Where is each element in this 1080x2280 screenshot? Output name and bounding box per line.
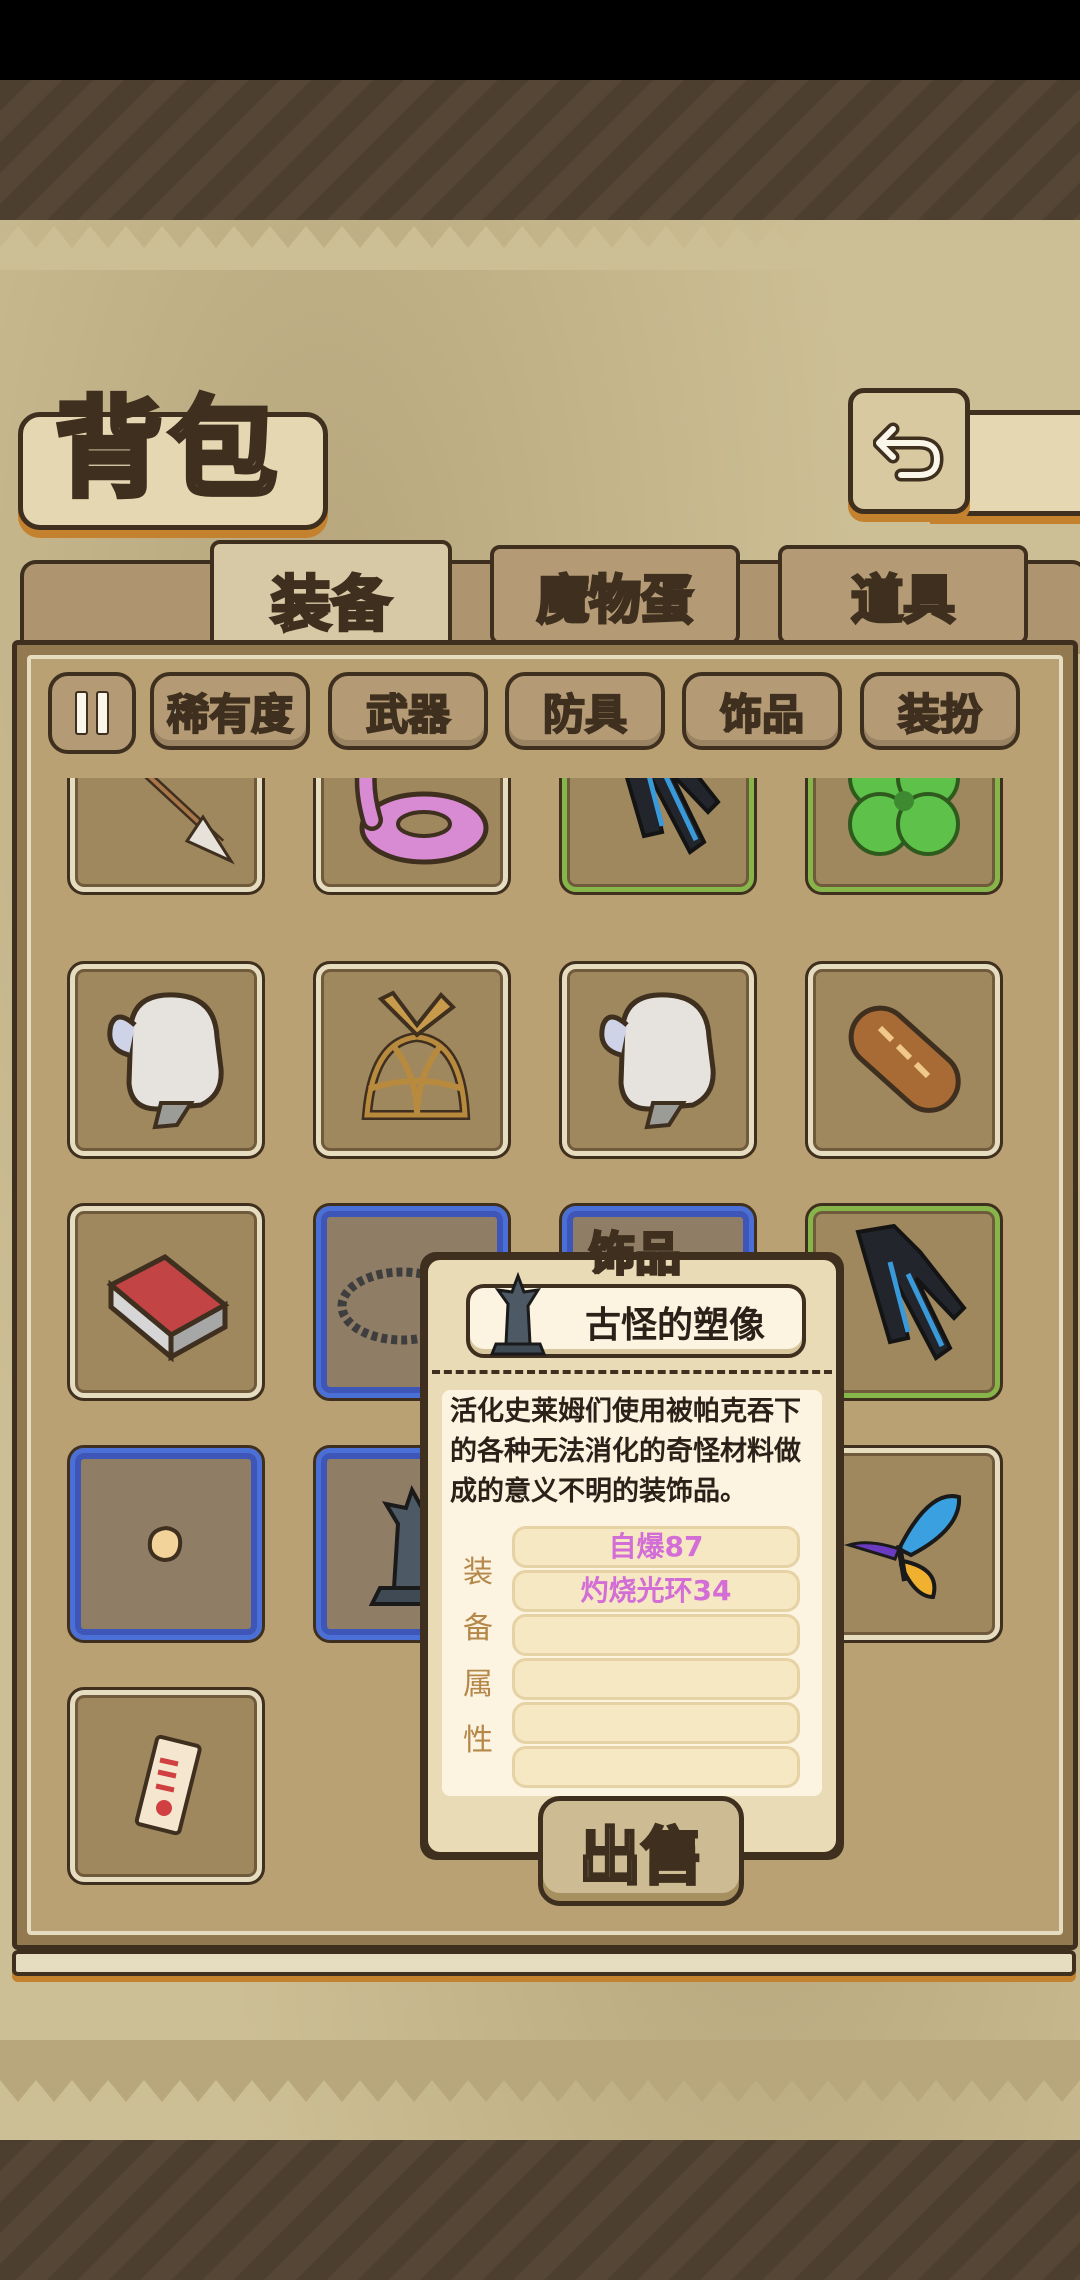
torn-edge-bottom <box>0 2040 1080 2102</box>
panel-bottom-bar <box>12 1950 1076 1976</box>
inventory-slot[interactable] <box>67 778 265 895</box>
black-glove-icon <box>855 1223 967 1361</box>
sell-button[interactable]: 出售 <box>538 1796 744 1906</box>
attribute-row <box>512 1746 800 1788</box>
item-description: 活化史莱姆们使用被帕克吞下的各种无法消化的奇怪材料做成的意义不明的装饰品。 <box>450 1396 801 1507</box>
map-background-top <box>0 80 1080 220</box>
butterfly-icon <box>843 1494 962 1600</box>
sort-toggle-button[interactable] <box>48 672 136 754</box>
filter-costume-button[interactable]: 装扮 <box>860 672 1020 750</box>
inventory-slot[interactable] <box>559 961 757 1159</box>
return-arrow-icon <box>873 422 944 482</box>
page-title: 背包 <box>52 386 284 512</box>
pink-swim-ring-icon <box>354 778 489 865</box>
inventory-slot[interactable] <box>67 1445 265 1643</box>
inventory-slot[interactable] <box>313 778 511 895</box>
inventory-slot[interactable] <box>805 778 1003 895</box>
status-bar <box>0 0 1080 80</box>
filter-accessory-button[interactable]: 饰品 <box>682 672 842 750</box>
white-mitten-icon <box>599 992 716 1130</box>
torn-edge-top <box>0 226 1080 270</box>
attribute-row <box>512 1614 800 1656</box>
arrow-icon <box>144 778 235 865</box>
red-brick-icon <box>106 1254 230 1363</box>
small-pebble-icon <box>147 1525 183 1563</box>
tab-monster-eggs[interactable]: 魔物蛋 <box>490 545 740 645</box>
attribute-row: 灼烧光环34 <box>512 1570 800 1612</box>
inventory-slot[interactable] <box>313 961 511 1159</box>
tab-items[interactable]: 道具 <box>778 545 1028 645</box>
four-leaf-clover-icon <box>848 778 960 856</box>
bread-loaf-icon <box>848 1005 961 1113</box>
white-mitten-icon <box>107 992 224 1130</box>
attribute-row <box>512 1658 800 1700</box>
inventory-slot[interactable] <box>805 961 1003 1159</box>
attribute-row <box>512 1702 800 1744</box>
wooden-propeller-hat-icon <box>361 990 471 1120</box>
item-category-label: 饰品 <box>588 1226 683 1283</box>
inventory-slot[interactable] <box>559 778 757 895</box>
sort-icon <box>75 691 88 735</box>
divider <box>432 1370 832 1374</box>
paper-charm-icon <box>134 1734 202 1836</box>
filter-rarity-button[interactable]: 稀有度 <box>150 672 310 750</box>
black-glove-icon <box>625 778 721 855</box>
inventory-slot[interactable] <box>67 961 265 1159</box>
attribute-label: 装 备 属 性 <box>463 1555 493 1758</box>
filter-weapon-button[interactable]: 武器 <box>328 672 488 750</box>
inventory-slot[interactable] <box>67 1203 265 1401</box>
map-background-bottom <box>0 2140 1080 2280</box>
filter-armor-button[interactable]: 防具 <box>505 672 665 750</box>
inventory-slot[interactable] <box>67 1687 265 1885</box>
attribute-row: 自爆87 <box>512 1526 800 1568</box>
statue-icon <box>489 1271 547 1356</box>
back-button[interactable] <box>848 388 970 514</box>
item-name: 古怪的塑像 <box>584 1305 765 1346</box>
